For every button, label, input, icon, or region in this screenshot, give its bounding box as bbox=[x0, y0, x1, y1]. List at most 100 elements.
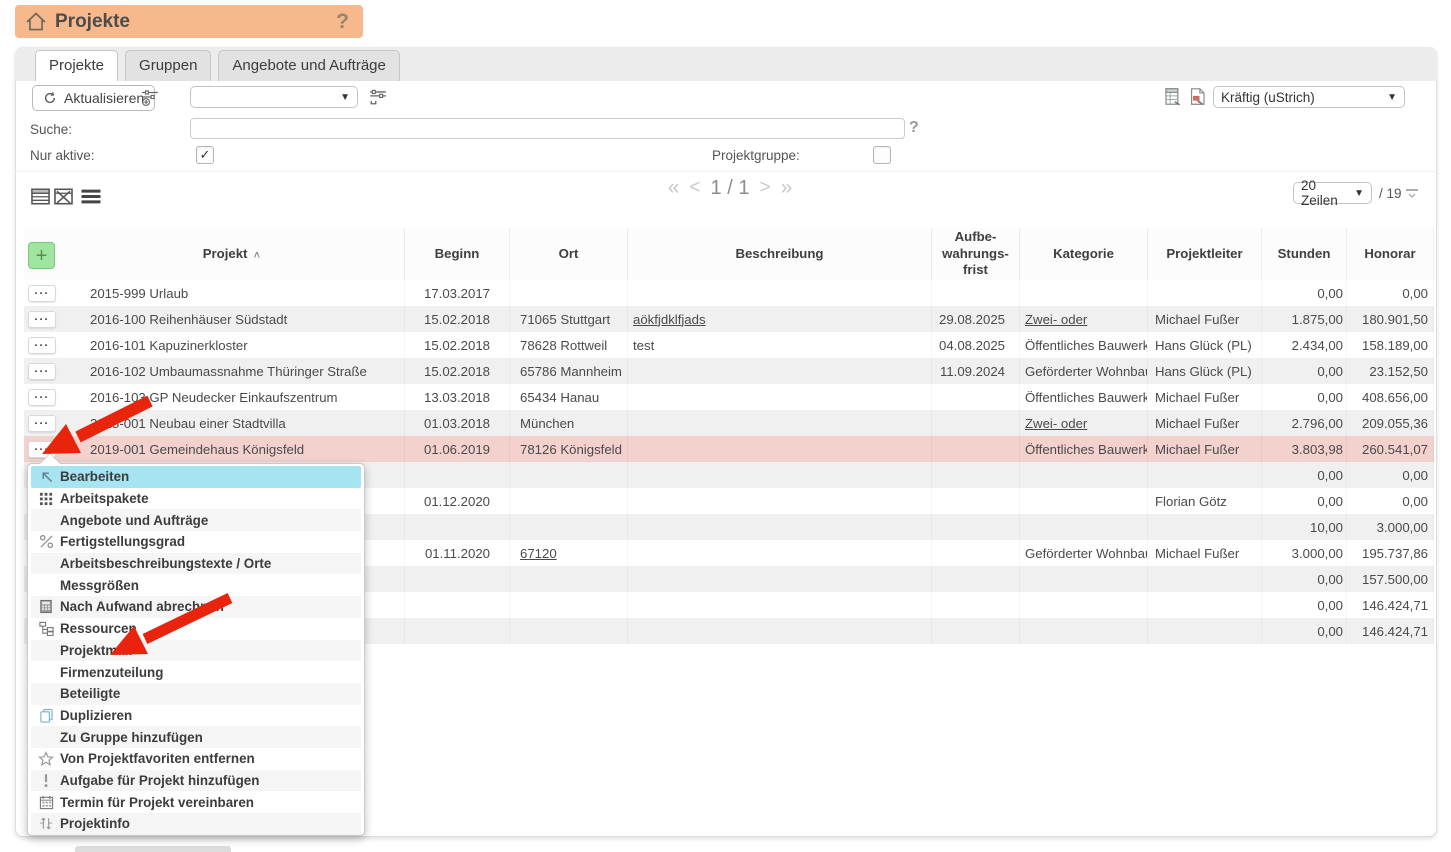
table-view-icon[interactable] bbox=[30, 186, 51, 207]
cell-honorar: 158.189,00 bbox=[1347, 332, 1434, 358]
cell-projektleiter bbox=[1148, 462, 1262, 488]
table-row[interactable]: ...2016-100 Reihenhäuser Südstadt15.02.2… bbox=[24, 306, 1434, 332]
menu-item-aufgabe-für-projekt-hinzufügen[interactable]: Aufgabe für Projekt hinzufügen bbox=[31, 770, 361, 792]
tab-gruppen[interactable]: Gruppen bbox=[125, 50, 211, 81]
table-row[interactable]: ...2016-103 GP Neudecker Einkaufszentrum… bbox=[24, 384, 1434, 410]
menu-item-duplizieren[interactable]: Duplizieren bbox=[31, 705, 361, 727]
checkmark-icon: ✓ bbox=[200, 147, 211, 163]
menu-item-messgrößen[interactable]: Messgrößen bbox=[31, 574, 361, 596]
table-cancel-icon[interactable] bbox=[53, 186, 74, 207]
cell-value: 04.08.2025 bbox=[939, 338, 1005, 353]
project-group-checkbox[interactable] bbox=[873, 146, 891, 164]
calculator-icon bbox=[37, 599, 55, 614]
menu-item-arbeitspakete[interactable]: Arbeitspakete bbox=[31, 488, 361, 510]
cell-value: 0,00 bbox=[1317, 286, 1343, 301]
column-header-projekt[interactable]: Projekt∧ bbox=[60, 228, 405, 280]
column-settings-icon[interactable] bbox=[369, 88, 387, 106]
quick-filter-select[interactable]: ▼ bbox=[190, 86, 358, 108]
row-actions-button[interactable]: ... bbox=[28, 389, 56, 406]
menu-item-projektinfo[interactable]: Projektinfo bbox=[31, 813, 361, 835]
first-page-button[interactable]: « bbox=[668, 176, 680, 200]
search-input[interactable] bbox=[190, 118, 905, 139]
menu-item-angebote-und-aufträge[interactable]: Angebote und Aufträge bbox=[31, 509, 361, 531]
column-header-frist[interactable]: Aufbe- wahrungs- frist bbox=[932, 228, 1020, 280]
cell-beschreibung bbox=[628, 488, 932, 514]
menu-item-projektmail[interactable]: Projektmail bbox=[31, 640, 361, 662]
tab-angebote-und-auftr-ge[interactable]: Angebote und Aufträge bbox=[218, 50, 399, 81]
row-actions-button[interactable]: ... bbox=[28, 285, 56, 302]
cell-frist bbox=[932, 436, 1020, 462]
only-active-checkbox[interactable]: ✓ bbox=[196, 146, 214, 164]
cell-projekt: 2016-103 GP Neudecker Einkaufszentrum bbox=[60, 384, 405, 410]
table-row[interactable]: ...2019-001 Gemeindehaus Königsfeld01.06… bbox=[24, 436, 1434, 462]
refresh-button[interactable]: Aktualisieren bbox=[32, 85, 155, 111]
column-header-honorar[interactable]: Honorar bbox=[1347, 228, 1434, 280]
menu-item-ressourcen[interactable]: Ressourcen bbox=[31, 618, 361, 640]
cell-value: 0,00 bbox=[1317, 364, 1343, 379]
menu-item-nach-aufwand-abrechnen[interactable]: Nach Aufwand abrechnen bbox=[31, 596, 361, 618]
rows-per-page-select[interactable]: 20 Zeilen ▼ bbox=[1293, 182, 1372, 204]
column-header-stunden[interactable]: Stunden bbox=[1262, 228, 1347, 280]
search-help-icon[interactable]: ? bbox=[909, 119, 919, 137]
table-row[interactable]: ...2016-102 Umbaumassnahme Thüringer Str… bbox=[24, 358, 1434, 384]
column-header-beginn[interactable]: Beginn bbox=[405, 228, 510, 280]
cell-beschreibung bbox=[628, 410, 932, 436]
cell-kategorie bbox=[1020, 618, 1148, 644]
row-actions-button[interactable]: ... bbox=[28, 415, 56, 432]
cell-ort[interactable]: 67120 bbox=[510, 540, 628, 566]
cell-honorar: 23.152,50 bbox=[1347, 358, 1434, 384]
menu-item-arbeitsbeschreibungstexte-orte[interactable]: Arbeitsbeschreibungstexte / Orte bbox=[31, 553, 361, 575]
cell-ort bbox=[510, 566, 628, 592]
menu-item-beteiligte[interactable]: Beteiligte bbox=[31, 683, 361, 705]
cell-honorar: 146.424,71 bbox=[1347, 592, 1434, 618]
menu-item-bearbeiten[interactable]: Bearbeiten bbox=[31, 466, 361, 488]
cell-beschreibung bbox=[628, 280, 932, 306]
menu-item-termin-für-projekt-vereinbaren[interactable]: Termin für Projekt vereinbaren bbox=[31, 791, 361, 813]
cell-projekt: 2016-100 Reihenhäuser Südstadt bbox=[60, 306, 405, 332]
org-chart-icon bbox=[37, 621, 55, 636]
cell-frist bbox=[932, 540, 1020, 566]
total-rows: / 19 bbox=[1379, 186, 1402, 201]
table-row[interactable]: ...2016-101 Kapuzinerkloster15.02.201878… bbox=[24, 332, 1434, 358]
cell-kategorie[interactable]: Zwei- oder bbox=[1020, 410, 1148, 436]
add-project-button[interactable]: + bbox=[28, 242, 55, 269]
export-spreadsheet-icon[interactable] bbox=[1163, 87, 1182, 106]
filter-add-icon[interactable] bbox=[141, 88, 159, 106]
cell-projektleiter bbox=[1148, 566, 1262, 592]
cell-kategorie[interactable]: Zwei- oder bbox=[1020, 306, 1148, 332]
cell-stunden: 0,00 bbox=[1262, 358, 1347, 384]
row-actions-button[interactable]: ... bbox=[28, 311, 56, 328]
cell-value: 2.434,00 bbox=[1292, 338, 1343, 353]
cell-projektleiter: Florian Götz bbox=[1148, 488, 1262, 514]
row-actions-button[interactable]: ... bbox=[28, 337, 56, 354]
cell-value: Öffentliches Bauwerk bbox=[1025, 390, 1148, 405]
cell-beginn: 17.03.2017 bbox=[405, 280, 510, 306]
list-view-icon[interactable] bbox=[80, 187, 102, 206]
jump-to-end-icon[interactable] bbox=[1404, 185, 1420, 201]
table-row[interactable]: ...2018-001 Neubau einer Stadtvilla01.03… bbox=[24, 410, 1434, 436]
menu-item-von-projektfavoriten-entfernen[interactable]: Von Projektfavoriten entfernen bbox=[31, 748, 361, 770]
row-actions-button[interactable]: ... bbox=[28, 363, 56, 380]
menu-item-firmenzuteilung[interactable]: Firmenzuteilung bbox=[31, 661, 361, 683]
menu-item-zu-gruppe-hinzufügen[interactable]: Zu Gruppe hinzufügen bbox=[31, 726, 361, 748]
cell-value: 0,00 bbox=[1317, 390, 1343, 405]
last-page-button[interactable]: » bbox=[781, 176, 793, 200]
prev-page-button[interactable]: < bbox=[689, 177, 700, 199]
menu-item-fertigstellungsgrad[interactable]: Fertigstellungsgrad bbox=[31, 531, 361, 553]
column-header-ort[interactable]: Ort bbox=[510, 228, 628, 280]
help-question-icon[interactable]: ? bbox=[336, 10, 349, 34]
cell-value: 2019-001 Gemeindehaus Königsfeld bbox=[90, 442, 304, 457]
cell-ort: 71065 Stuttgart bbox=[510, 306, 628, 332]
tab-projekte[interactable]: Projekte bbox=[35, 50, 118, 81]
cell-beschreibung bbox=[628, 514, 932, 540]
column-header-beschreibung[interactable]: Beschreibung bbox=[628, 228, 932, 280]
cell-ort: München bbox=[510, 410, 628, 436]
column-header-kategorie[interactable]: Kategorie bbox=[1020, 228, 1148, 280]
report-style-select[interactable]: Kräftig (uStrich) ▼ bbox=[1213, 86, 1405, 108]
export-pdf-icon[interactable] bbox=[1188, 87, 1207, 106]
next-page-button[interactable]: > bbox=[759, 177, 770, 199]
table-row[interactable]: ...2015-999 Urlaub17.03.20170,000,00 bbox=[24, 280, 1434, 306]
cell-kategorie bbox=[1020, 592, 1148, 618]
column-header-projektleiter[interactable]: Projektleiter bbox=[1148, 228, 1262, 280]
cell-beschreibung[interactable]: aökfjdklfjads bbox=[628, 306, 932, 332]
